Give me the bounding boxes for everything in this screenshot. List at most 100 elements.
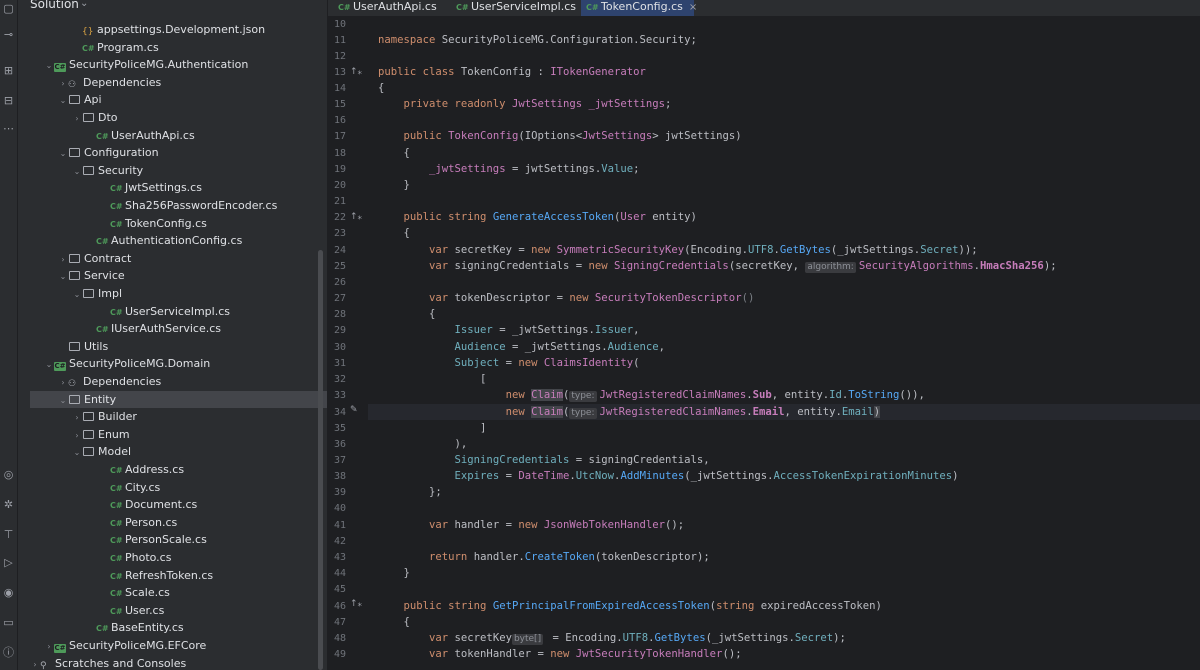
file-item[interactable]: C# Person.cs [30, 514, 327, 532]
problems-icon[interactable]: ⓘ [2, 646, 15, 659]
file-item[interactable]: C# Program.cs [30, 39, 327, 57]
code-line-37[interactable]: SigningCredentials = signingCredentials, [378, 452, 710, 468]
project-item[interactable]: › C# SecurityPoliceMG.EFCore [30, 637, 327, 656]
folder-item[interactable]: Utils [30, 338, 327, 356]
implements-icon[interactable]: ↑⁎ [350, 67, 362, 77]
file-item[interactable]: C# Address.cs [30, 461, 327, 479]
chevron-right-icon[interactable]: › [30, 656, 40, 670]
project-item[interactable]: ⌄ C# SecurityPoliceMG.Authentication [30, 56, 327, 75]
commit-icon[interactable]: ⊸ [2, 28, 15, 41]
code-line-34[interactable]: new Claim(type: JwtRegisteredClaimNames.E… [378, 404, 881, 420]
folder-item[interactable]: › Contract [30, 250, 327, 269]
code-line-30[interactable]: Audience = _jwtSettings.Audience, [378, 339, 666, 355]
close-icon[interactable]: × [689, 2, 697, 13]
folder-item[interactable]: ⌄ Entity [30, 390, 327, 410]
code-line-48[interactable]: var secretKey byte[] = Encoding.UTF8.GetB… [378, 630, 846, 646]
folder-item[interactable]: ⌄ Model [30, 443, 327, 462]
explorer-title[interactable]: Solution [30, 0, 79, 11]
file-item[interactable]: {} appsettings.Development.json [30, 21, 327, 39]
quick-fix-icon[interactable]: ✎ [350, 405, 358, 415]
code-line-27[interactable]: var tokenDescriptor = new SecurityTokenD… [378, 290, 754, 306]
file-item[interactable]: C# AuthenticationConfig.cs [30, 232, 327, 250]
file-item[interactable]: C# BaseEntity.cs [30, 619, 327, 637]
code-line-39[interactable]: }; [378, 484, 442, 500]
chevron-right-icon[interactable]: › [72, 110, 82, 128]
file-item[interactable]: › ⚲ Scratches and Consoles [30, 655, 327, 670]
folder-item[interactable]: › Dto [30, 109, 327, 128]
folder-item[interactable]: ⌄ Configuration [30, 144, 327, 162]
code-line-13[interactable]: public class TokenConfig : ITokenGenerat… [378, 64, 646, 80]
folder-item[interactable]: ⌄ Api [30, 91, 327, 110]
tab-userauthapi[interactable]: C# UserAuthApi.cs [338, 0, 446, 16]
file-item[interactable]: C# Document.cs [30, 496, 327, 514]
more-icon[interactable]: ⋯ [2, 122, 15, 135]
folder-item[interactable]: ⌄ Service [30, 267, 327, 286]
coverage-icon[interactable]: ◉ [2, 586, 15, 599]
sidebar-scrollbar[interactable] [318, 250, 323, 670]
file-item[interactable]: C# UserAuthApi.cs [30, 127, 327, 145]
terminal-icon[interactable]: ▭ [2, 616, 15, 629]
structure-icon[interactable]: ⊞ [2, 64, 15, 77]
code-line-29[interactable]: Issuer = _jwtSettings.Issuer, [378, 322, 640, 338]
code-line-15[interactable]: private readonly JwtSettings _jwtSetting… [378, 96, 672, 112]
file-item[interactable]: C# JwtSettings.cs [30, 179, 327, 197]
code-line-49[interactable]: var tokenHandler = new JwtSecurityTokenH… [378, 646, 742, 662]
folder-icon[interactable]: ▢ [2, 2, 15, 15]
method-marker-icon[interactable]: ↑⁎ [350, 212, 362, 222]
project-item[interactable]: ⌄ C# SecurityPoliceMG.Domain [30, 355, 327, 374]
tests-icon[interactable]: ⊤ [2, 528, 15, 541]
file-item[interactable]: C# Scale.cs [30, 584, 327, 602]
debug-icon[interactable]: ✲ [2, 498, 15, 511]
file-item[interactable]: C# IUserAuthService.cs [30, 320, 327, 338]
code-line-20[interactable]: } [378, 177, 410, 193]
code-line-44[interactable]: } [378, 565, 410, 581]
code-line-28[interactable]: { [378, 306, 435, 322]
folder-item[interactable]: ⌄ Impl [30, 285, 327, 304]
chevron-right-icon[interactable]: › [58, 251, 68, 269]
code-line-38[interactable]: Expires = DateTime.UtcNow.AddMinutes(_jw… [378, 468, 959, 484]
code-line-32[interactable]: [ [378, 371, 486, 387]
file-item[interactable]: C# Sha256PasswordEncoder.cs [30, 197, 327, 215]
folder-item[interactable]: › Enum [30, 426, 327, 445]
code-line-46[interactable]: public string GetPrincipalFromExpiredAcc… [378, 598, 882, 614]
code-line-36[interactable]: ), [378, 436, 468, 452]
bookmarks-icon[interactable]: ⊟ [2, 94, 15, 107]
code-line-18[interactable]: { [378, 145, 410, 161]
code-line-19[interactable]: _jwtSettings = jwtSettings.Value; [378, 161, 640, 177]
chevron-down-icon[interactable]: ⌄ [44, 57, 54, 75]
chevron-down-icon[interactable]: ⌄ [58, 268, 68, 286]
chevron-down-icon[interactable]: ⌄ [80, 0, 88, 9]
file-item[interactable]: › ⚇ Dependencies [30, 373, 327, 392]
services-icon[interactable]: ◎ [2, 468, 15, 481]
file-item[interactable]: C# RefreshToken.cs [30, 567, 327, 585]
file-item[interactable]: C# PersonScale.cs [30, 531, 327, 549]
chevron-down-icon[interactable]: ⌄ [72, 286, 82, 304]
code-line-33[interactable]: new Claim(type: JwtRegisteredClaimNames.S… [378, 387, 925, 403]
file-item[interactable]: C# TokenConfig.cs [30, 215, 327, 233]
file-item[interactable]: C# City.cs [30, 479, 327, 497]
tab-tokenconfig[interactable]: C# TokenConfig.cs × [581, 0, 697, 16]
code-line-35[interactable]: ] [378, 420, 486, 436]
chevron-down-icon[interactable]: ⌄ [44, 356, 54, 374]
code-line-41[interactable]: var handler = new JsonWebTokenHandler(); [378, 517, 684, 533]
code-line-24[interactable]: var secretKey = new SymmetricSecurityKey… [378, 242, 978, 258]
method-marker-icon[interactable]: ↑⁎ [350, 599, 362, 609]
file-item[interactable]: › ⚇ Dependencies [30, 74, 327, 93]
chevron-down-icon[interactable]: ⌄ [72, 444, 82, 462]
code-line-14[interactable]: { [378, 80, 384, 96]
code-line-11[interactable]: namespace SecurityPoliceMG.Configuration… [378, 32, 697, 48]
chevron-right-icon[interactable]: › [44, 638, 54, 656]
code-line-43[interactable]: return handler.CreateToken(tokenDescript… [378, 549, 710, 565]
code-line-23[interactable]: { [378, 225, 410, 241]
chevron-right-icon[interactable]: › [72, 409, 82, 427]
folder-item[interactable]: › Builder [30, 408, 327, 427]
file-item[interactable]: C# UserServiceImpl.cs [30, 303, 327, 321]
code-line-25[interactable]: var signingCredentials = new SigningCred… [378, 258, 1057, 274]
run-icon[interactable]: ▷ [2, 556, 15, 569]
chevron-down-icon[interactable]: ⌄ [58, 92, 68, 110]
chevron-right-icon[interactable]: › [58, 75, 68, 93]
chevron-right-icon[interactable]: › [58, 374, 68, 392]
file-item[interactable]: C# Photo.cs [30, 549, 327, 567]
chevron-right-icon[interactable]: › [72, 427, 82, 445]
chevron-down-icon[interactable]: ⌄ [58, 392, 68, 410]
